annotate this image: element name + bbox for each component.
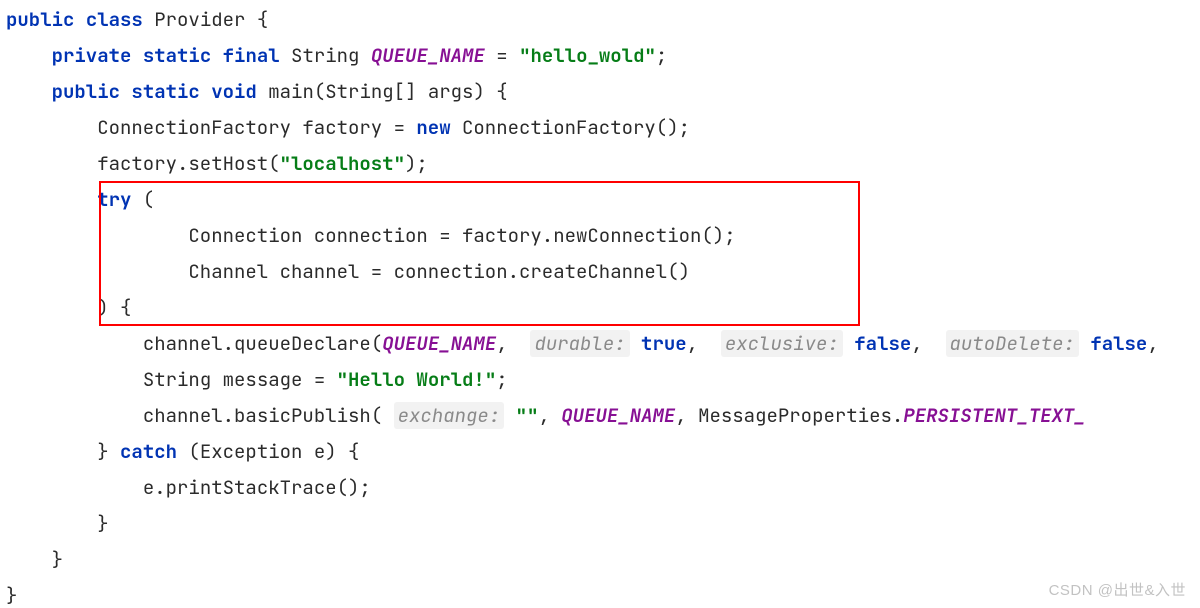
field-name: QUEUE_NAME: [371, 43, 485, 68]
string-literal: "localhost": [280, 151, 405, 176]
keyword: new: [416, 115, 450, 140]
code-line-1: public class Provider {: [6, 7, 268, 32]
field-ref: QUEUE_NAME: [561, 403, 675, 428]
param-hint-exclusive: exclusive:: [721, 330, 843, 357]
code-line-7: Connection connection = factory.newConne…: [6, 223, 736, 248]
code-line-5: factory.setHost("localhost");: [6, 151, 428, 176]
param-hint-autodelete: autoDelete:: [946, 330, 1079, 357]
code-line-10: channel.queueDeclare(QUEUE_NAME, durable…: [6, 330, 1159, 357]
code-line-8: Channel channel = connection.createChann…: [6, 259, 690, 284]
keyword: static: [131, 79, 199, 104]
code-line-6: try (: [6, 187, 154, 212]
string-literal: "": [516, 403, 539, 428]
keyword: public: [52, 79, 120, 104]
string-literal: "Hello World!": [337, 367, 497, 392]
code-line-12: channel.basicPublish( exchange: "", QUEU…: [6, 402, 1086, 429]
string-literal: "hello_wold": [519, 43, 656, 68]
keyword: try: [97, 187, 131, 212]
field-ref: PERSISTENT_TEXT_: [903, 403, 1085, 428]
class-name: Provider: [154, 7, 245, 32]
code-line-13: } catch (Exception e) {: [6, 439, 359, 464]
keyword: private: [52, 43, 132, 68]
field-ref: QUEUE_NAME: [382, 331, 496, 356]
code-line-15: }: [6, 511, 109, 536]
highlight-rectangle: [99, 181, 860, 326]
code-line-14: e.printStackTrace();: [6, 475, 371, 500]
keyword: final: [223, 43, 280, 68]
param-hint-exchange: exchange:: [394, 402, 505, 429]
keyword: false: [1090, 331, 1147, 356]
keyword: false: [854, 331, 911, 356]
param-hint-durable: durable:: [530, 330, 629, 357]
code-editor-view: public class Provider { private static f…: [0, 0, 1200, 608]
code-line-16: }: [6, 547, 63, 572]
code-line-17: }: [6, 583, 17, 608]
keyword: public: [6, 7, 74, 32]
code-line-9: ) {: [6, 295, 131, 320]
code-line-4: ConnectionFactory factory = new Connecti…: [6, 115, 690, 140]
code-line-3: public static void main(String[] args) {: [6, 79, 508, 104]
keyword: static: [143, 43, 211, 68]
code-line-2: private static final String QUEUE_NAME =…: [6, 43, 667, 68]
keyword: true: [641, 331, 687, 356]
keyword: void: [211, 79, 257, 104]
keyword: class: [86, 7, 143, 32]
keyword: catch: [120, 439, 177, 464]
code-line-11: String message = "Hello World!";: [6, 367, 508, 392]
